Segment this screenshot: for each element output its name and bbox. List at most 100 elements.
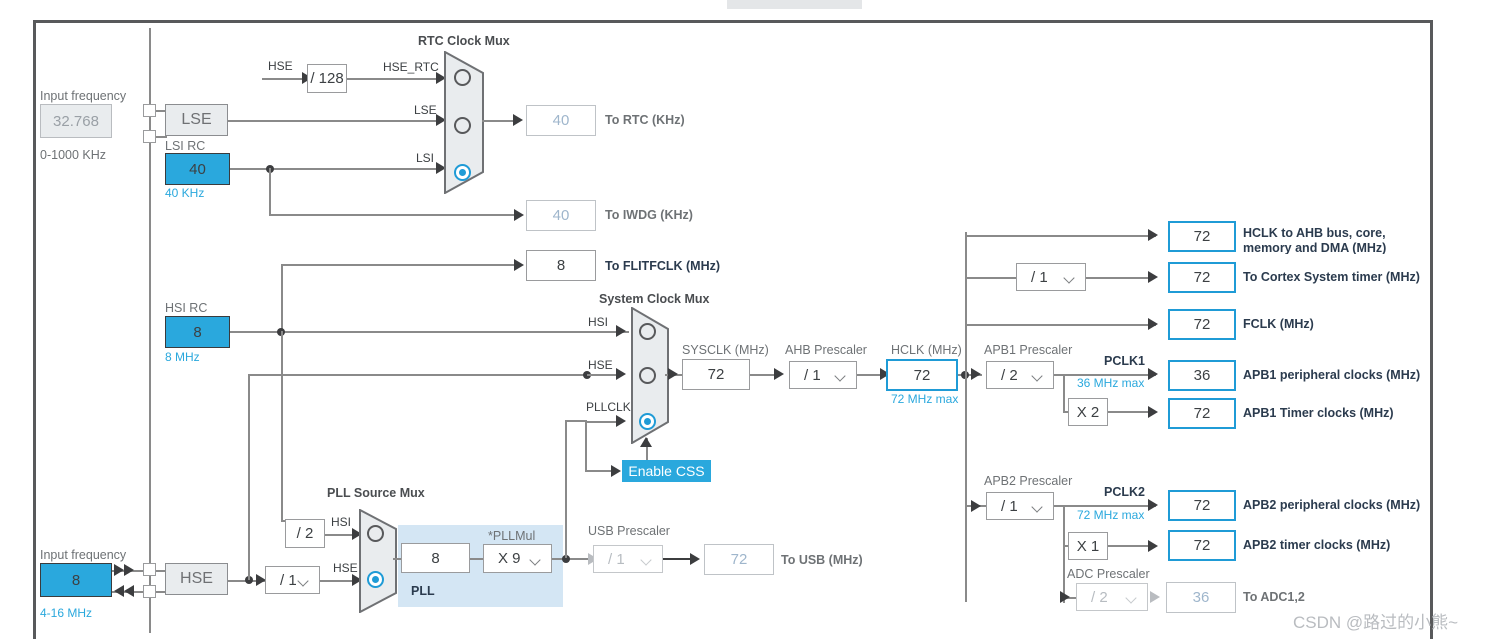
rtc-out-arrow: [513, 114, 523, 126]
hsi-to-sysmux-wire: [230, 331, 629, 333]
hse-input-frequency-field[interactable]: 8: [40, 563, 112, 597]
lsi-iwdg-drop: [269, 168, 271, 216]
apb2-timer-label: APB2 timer clocks (MHz): [1243, 538, 1391, 552]
rtc-mux-out-wire: [482, 120, 515, 122]
css-arrow: [611, 465, 621, 477]
fclk-wire: [965, 324, 1156, 326]
apb1-in-arrow: [971, 368, 981, 380]
hclk-title: HCLK (MHz): [891, 343, 962, 357]
ahb-prescaler-title: AHB Prescaler: [785, 343, 867, 357]
sysclk-mux-option-hsi[interactable]: [639, 323, 656, 340]
hse-oscillator-block[interactable]: HSE: [165, 563, 228, 595]
css-wire: [585, 470, 612, 472]
ahb-prescaler-select[interactable]: / 1: [789, 361, 857, 389]
usb-label: To USB (MHz): [781, 553, 863, 567]
apb1-prescaler-value: / 2: [1001, 366, 1018, 384]
cortex-post-wire: [1086, 277, 1150, 279]
chevron-down-icon: [1065, 274, 1076, 281]
hsi-sysmux-signal-label: HSI: [588, 315, 609, 329]
apb1-timer-label: APB1 Timer clocks (MHz): [1243, 406, 1394, 420]
apb2-prescaler-title: APB2 Prescaler: [984, 474, 1073, 488]
hsi-rc-unit: 8 MHz: [165, 350, 200, 364]
rtc-mux-option-hse-rtc[interactable]: [454, 69, 471, 86]
to-rtc-label: To RTC (KHz): [605, 113, 685, 127]
hse-sysmux-arrow: [616, 368, 626, 380]
chevron-down-icon: [836, 372, 847, 379]
cortex-arrow: [1148, 271, 1158, 283]
pllmul-select[interactable]: X 9: [483, 544, 552, 573]
cortex-timer-value: 72: [1168, 262, 1236, 293]
to-flitfclk-value: 8: [526, 250, 596, 281]
apb1-multiplier: X 2: [1068, 398, 1108, 426]
lsi-signal-label: LSI: [416, 151, 435, 165]
pll-to-mul-wire: [470, 558, 484, 560]
pll-hse-out-wire: [320, 580, 353, 582]
hse-div128-input-label: HSE: [268, 59, 293, 73]
apb1-timer-arrow: [1148, 406, 1158, 418]
apb1-prescaler-select[interactable]: / 2: [986, 361, 1054, 389]
hse-div128-in-wire: [262, 78, 302, 80]
rtc-hse-divider: / 128: [307, 64, 347, 93]
lse-to-mux-wire: [228, 120, 436, 122]
pll-hse-divider[interactable]: / 1: [265, 566, 320, 594]
to-iwdg-label: To IWDG (KHz): [605, 208, 693, 222]
pllmul-title: *PLLMul: [488, 529, 536, 543]
usb-prescaler-select[interactable]: / 1: [593, 545, 663, 573]
adc-value: 36: [1166, 582, 1236, 613]
apb2-prescaler-select[interactable]: / 1: [986, 492, 1054, 520]
pclk1-label: PCLK1: [1104, 354, 1145, 368]
pll-hse-label: HSE: [333, 561, 358, 575]
chevron-down-icon: [1127, 594, 1138, 601]
to-flitfclk-label: To FLITFCLK (MHz): [605, 259, 721, 273]
hsi-rc-value[interactable]: 8: [165, 316, 230, 348]
lsi-rc-value[interactable]: 40: [165, 153, 230, 185]
lse-range-label: 0-1000 KHz: [40, 148, 107, 162]
pllmul-value: X 9: [498, 550, 521, 567]
apb2-timer-value: 72: [1168, 530, 1236, 561]
adc-prescaler-select[interactable]: / 2: [1076, 583, 1148, 611]
lse-pin-bottom: [143, 130, 156, 143]
adc-out-arrow: [1150, 591, 1160, 603]
hclk-ahb-label: HCLK to AHB bus, core, memory and DMA (MH…: [1243, 226, 1443, 254]
apb1-mul-drop: [1063, 374, 1065, 411]
pll-mux-option-hse[interactable]: [367, 571, 384, 588]
hse-in-arrow-a: [114, 564, 124, 576]
hse-to-sysmux-wire: [248, 374, 588, 376]
hse-sysmux-stub: [587, 374, 616, 376]
ahb-prescaler-value: / 1: [804, 366, 821, 384]
rtc-mux-option-lsi[interactable]: [454, 164, 471, 181]
pll-zone-label: PLL: [411, 584, 435, 598]
apb1-prescaler-title: APB1 Prescaler: [984, 343, 1073, 357]
pll-mux-option-hsi[interactable]: [367, 525, 384, 542]
sysclk-mux-option-hse[interactable]: [639, 367, 656, 384]
hse-pin-bottom: [143, 585, 156, 598]
lsi-iwdg-wire: [269, 214, 514, 216]
cortex-timer-label: To Cortex System timer (MHz): [1243, 270, 1420, 284]
clock-configuration-canvas: Input frequency 32.768 0-1000 KHz LSE LS…: [0, 0, 1497, 639]
lse-oscillator-block[interactable]: LSE: [165, 104, 228, 136]
rtc-clock-mux-title: RTC Clock Mux: [418, 34, 510, 48]
cortex-prescaler-select[interactable]: / 1: [1016, 263, 1086, 291]
enable-css-button[interactable]: Enable CSS: [622, 460, 711, 482]
chevron-down-icon: [299, 577, 310, 584]
hsi-sysmux-arrow: [616, 325, 626, 337]
sysclk-mux-option-pllclk[interactable]: [639, 413, 656, 430]
apb1-peripheral-label: APB1 peripheral clocks (MHz): [1243, 368, 1421, 382]
apb1-timer-wire: [1108, 411, 1152, 413]
rtc-mux-option-lse[interactable]: [454, 117, 471, 134]
to-iwdg-value: 40: [526, 200, 596, 231]
pll-source-mux-title: PLL Source Mux: [327, 486, 425, 500]
left-bus-rail: [149, 28, 151, 633]
hsi-rc-title: HSI RC: [165, 301, 208, 315]
hse-rtc-signal-label: HSE_RTC: [383, 60, 439, 74]
hsi-flitfclk-riser: [281, 264, 283, 332]
lse-input-frequency-field[interactable]: 32.768: [40, 104, 112, 138]
iwdg-arrow: [514, 209, 524, 221]
lse-signal-label: LSE: [414, 103, 437, 117]
hsi-div2-drop: [281, 331, 283, 521]
apb1-peripheral-arrow: [1148, 368, 1158, 380]
chevron-down-icon: [642, 556, 653, 563]
hse-in-arrow-b: [124, 564, 134, 576]
apb2-peripheral-label: APB2 peripheral clocks (MHz): [1243, 498, 1421, 512]
to-rtc-value: 40: [526, 105, 596, 136]
